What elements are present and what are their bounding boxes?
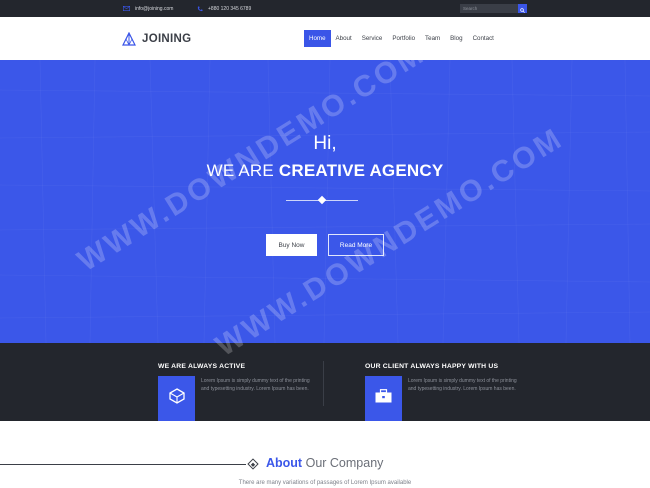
- phone-icon: [196, 5, 203, 12]
- main-nav: Home About Service Portfolio Team Blog C…: [304, 30, 499, 47]
- envelope-icon: [123, 5, 130, 12]
- search-input[interactable]: [460, 4, 518, 13]
- feature-icon-box: [365, 376, 402, 421]
- logo-text: JOINING: [142, 32, 192, 45]
- nav-item-team[interactable]: Team: [420, 30, 445, 47]
- about-heading-emphasis: About: [266, 456, 303, 470]
- about-diamond-icon: [247, 458, 259, 470]
- hero-texture: [0, 60, 650, 343]
- email-contact[interactable]: info@joining.com: [123, 0, 173, 17]
- search-icon: [520, 0, 525, 18]
- about-subtitle: There are many variations of passages of…: [238, 480, 412, 486]
- briefcase-icon: [375, 389, 392, 408]
- phone-contact[interactable]: +880 120 345 6789: [196, 0, 251, 17]
- about-divider-line: [0, 464, 246, 465]
- nav-item-about[interactable]: About: [331, 30, 357, 47]
- feature-card: OUR CLIENT ALWAYS HAPPY WITH US Lorem Ip…: [365, 343, 530, 421]
- hero-section: Hi, WE ARE CREATIVE AGENCY Buy Now Read …: [0, 60, 650, 343]
- search-button[interactable]: [518, 4, 527, 13]
- feature-text: Lorem Ipsum is simply dummy text of the …: [201, 378, 310, 393]
- site-header: JOINING Home About Service Portfolio Tea…: [0, 17, 650, 60]
- feature-title: WE ARE ALWAYS ACTIVE: [158, 363, 246, 370]
- hero-headline-prefix: WE ARE: [206, 161, 274, 180]
- nav-item-service[interactable]: Service: [357, 30, 388, 47]
- hero-headline: WE ARE CREATIVE AGENCY: [0, 161, 650, 181]
- email-text: info@joining.com: [135, 5, 174, 12]
- cube-icon: [168, 388, 185, 409]
- nav-item-blog[interactable]: Blog: [445, 30, 467, 47]
- logo-mark-icon: [122, 31, 136, 46]
- buy-now-button[interactable]: Buy Now: [266, 234, 317, 256]
- nav-item-contact[interactable]: Contact: [468, 30, 499, 47]
- feature-icon-box: [158, 376, 195, 421]
- read-more-button[interactable]: Read More: [328, 234, 384, 256]
- hero-greeting: Hi,: [313, 133, 337, 154]
- about-heading-rest: Our Company: [305, 456, 384, 470]
- search-form: [460, 4, 527, 13]
- nav-item-portfolio[interactable]: Portfolio: [387, 30, 420, 47]
- feature-text: Lorem Ipsum is simply dummy text of the …: [408, 378, 517, 393]
- feature-card: WE ARE ALWAYS ACTIVE Lorem Ipsum is simp…: [158, 343, 323, 421]
- features-section: WE ARE ALWAYS ACTIVE Lorem Ipsum is simp…: [0, 343, 650, 421]
- feature-title: OUR CLIENT ALWAYS HAPPY WITH US: [365, 363, 499, 370]
- feature-separator: [323, 361, 324, 406]
- logo[interactable]: JOINING: [122, 30, 191, 47]
- hero-headline-emphasis: CREATIVE AGENCY: [278, 161, 444, 180]
- about-heading: About Our Company: [266, 456, 383, 470]
- top-bar: info@joining.com +880 120 345 6789: [0, 0, 650, 17]
- nav-item-home[interactable]: Home: [304, 30, 331, 47]
- phone-text: +880 120 345 6789: [208, 5, 252, 12]
